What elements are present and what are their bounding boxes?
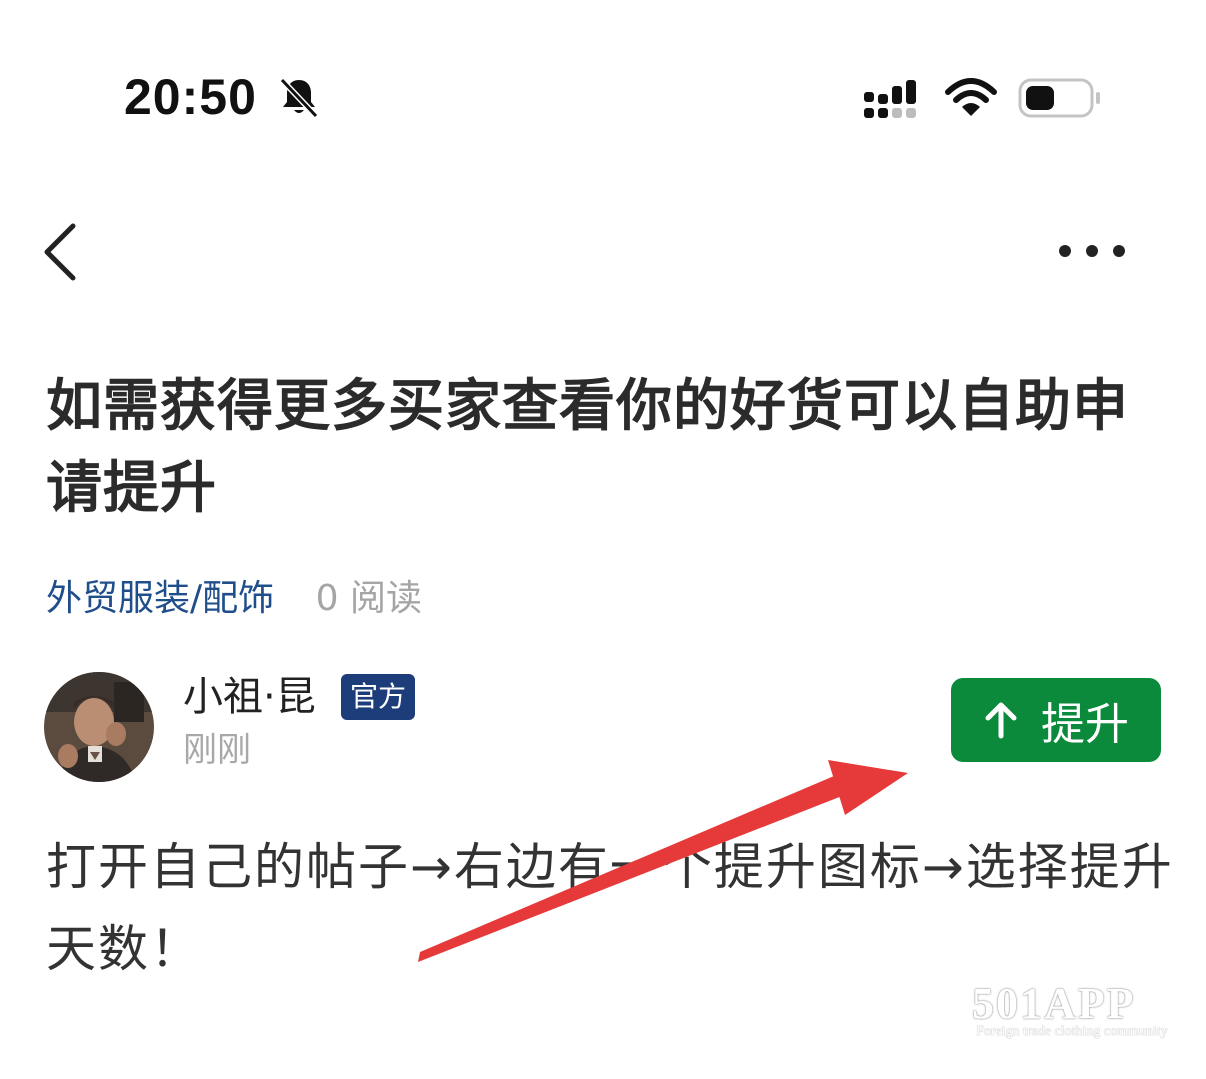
- bell-slash-icon: [279, 77, 319, 119]
- author-name[interactable]: 小祖·昆: [183, 672, 316, 722]
- watermark-subtitle: Foreign trade clothing community: [976, 1024, 1168, 1039]
- boost-button-label: 提升: [1041, 699, 1129, 750]
- more-dots-icon[interactable]: [1056, 240, 1128, 262]
- post-meta: 外贸服装/配饰 0 阅读: [46, 576, 422, 622]
- boost-button[interactable]: 提升: [951, 678, 1161, 762]
- avatar-image: [44, 672, 154, 782]
- avatar[interactable]: [44, 672, 154, 782]
- post-time: 刚刚: [183, 730, 251, 770]
- status-time: 20:50: [124, 69, 257, 125]
- arrow-up-icon: [985, 702, 1017, 739]
- post-title: 如需获得更多买家查看你的好货可以自助申请提升: [46, 374, 1129, 521]
- read-count: 0 阅读: [315, 578, 422, 619]
- official-badge: 官方: [341, 674, 416, 720]
- battery-icon: [1018, 78, 1100, 118]
- wifi-icon: [945, 78, 997, 116]
- cellular-signal-icon: [864, 80, 916, 118]
- category-link[interactable]: 外贸服装/配饰: [46, 578, 274, 619]
- chevron-left-icon[interactable]: [40, 222, 80, 282]
- watermark-logo: 501APP: [972, 979, 1136, 1028]
- post-content: 打开自己的帖子→右边有一个提升图标→选择提升天数！: [46, 838, 1174, 978]
